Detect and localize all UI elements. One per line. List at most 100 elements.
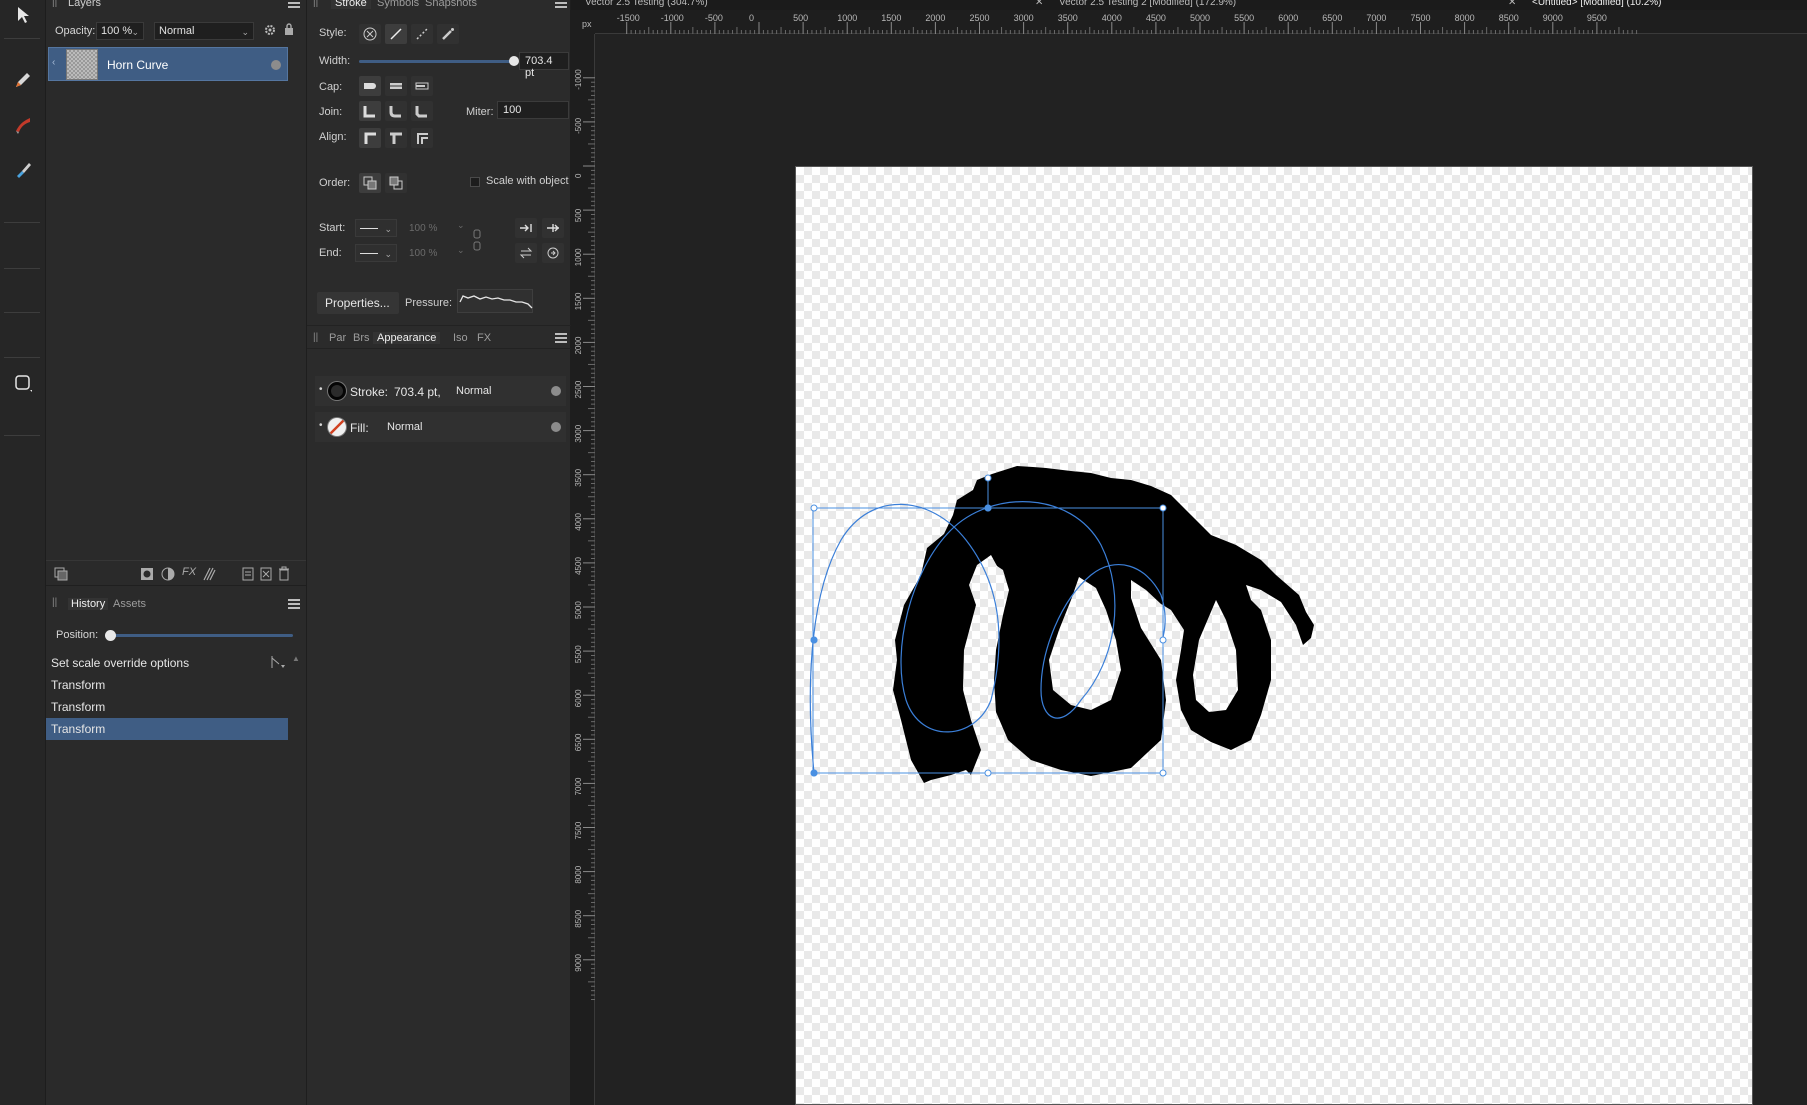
dash-line-style-button[interactable] (411, 24, 433, 44)
resize-handle[interactable] (1159, 504, 1167, 512)
tab-symbols[interactable]: Symbols (377, 0, 419, 9)
tab-fx[interactable]: FX (477, 332, 491, 344)
arrange-icon[interactable] (54, 567, 68, 584)
join-miter-button[interactable] (359, 101, 381, 121)
resize-handle[interactable] (810, 504, 818, 512)
panel-grip-icon[interactable]: || (52, 597, 57, 608)
tab-brushes[interactable]: Brs (353, 332, 370, 344)
path-node[interactable] (810, 769, 818, 777)
tab-history[interactable]: History (68, 598, 109, 610)
scale-with-object-checkbox[interactable] (470, 177, 480, 187)
path-node[interactable] (984, 504, 992, 512)
history-item[interactable]: Set scale override options (46, 652, 288, 674)
vector-brush-tool-icon[interactable] (8, 110, 38, 140)
trash-icon[interactable] (278, 566, 290, 584)
appearance-fill-row[interactable]: • Fill: Normal (315, 412, 566, 442)
rectangle-tool-icon[interactable] (8, 368, 38, 398)
no-fill-swatch[interactable] (328, 418, 346, 436)
stroke-visibility-toggle[interactable] (551, 386, 561, 396)
history-item-selected[interactable]: Transform (46, 718, 288, 740)
duplicate-layer-icon[interactable] (260, 567, 272, 584)
tab-paragraph[interactable]: Par (329, 332, 346, 344)
end-arrowhead-dropdown[interactable]: ⌄ (355, 244, 397, 262)
appearance-stroke-row[interactable]: • Stroke: 703.4 pt, Normal (315, 376, 566, 406)
fx-icon[interactable]: FX (182, 566, 196, 578)
align-center-button[interactable] (359, 128, 381, 148)
resize-handle[interactable] (1159, 769, 1167, 777)
opacity-dropdown[interactable]: 100 % ⌄ (96, 22, 144, 40)
pressure-curve-preview[interactable] (457, 289, 533, 313)
resize-handle[interactable] (1159, 636, 1167, 644)
position-slider[interactable] (105, 630, 293, 641)
stroke-swatch[interactable] (328, 382, 346, 400)
resize-handle[interactable] (984, 769, 992, 777)
horn-curve-artwork[interactable] (571, 0, 1807, 1105)
cap-round-button[interactable] (385, 76, 407, 96)
tab-snapshots[interactable]: Snapshots (425, 0, 477, 9)
end-scale-value[interactable]: 100 % (409, 248, 437, 259)
panel-menu-icon[interactable] (555, 0, 567, 8)
join-bevel-button[interactable] (411, 101, 433, 121)
adjustment-icon[interactable] (161, 567, 175, 584)
tab-stroke[interactable]: Stroke (331, 0, 371, 9)
lock-icon[interactable] (284, 23, 294, 39)
panel-grip-icon[interactable]: || (313, 0, 318, 8)
width-input[interactable]: 703.4 pt (519, 52, 569, 79)
layer-visibility-toggle[interactable] (271, 60, 281, 70)
no-stroke-style-button[interactable] (359, 24, 381, 44)
cap-square-button[interactable] (411, 76, 433, 96)
panel-menu-icon[interactable] (288, 0, 300, 8)
panel-menu-icon[interactable] (288, 599, 300, 609)
cap-butt-button[interactable] (359, 76, 381, 96)
pencil-tool-icon[interactable] (8, 65, 38, 95)
fill-visibility-toggle[interactable] (551, 422, 561, 432)
start-scale-value[interactable]: 100 % (409, 223, 437, 234)
panel-menu-icon[interactable] (555, 333, 567, 343)
arrowhead-position-button[interactable] (515, 218, 537, 238)
expand-layer-icon[interactable]: ‹ (52, 57, 55, 68)
rotate-arrowheads-button[interactable] (542, 243, 564, 263)
horn-curve-stroke-shape[interactable] (893, 466, 1314, 783)
history-scrollbar[interactable]: ▲ (292, 650, 302, 750)
tab-appearance[interactable]: Appearance (373, 332, 441, 344)
join-round-button[interactable] (385, 101, 407, 121)
arrowhead-extend-button[interactable] (542, 218, 564, 238)
align-outside-button[interactable] (411, 128, 433, 148)
miter-input[interactable]: 100 (497, 101, 569, 119)
panel-grip-icon[interactable]: || (313, 332, 318, 343)
layers-panel: || Layers Opacity: 100 % ⌄ Normal ⌄ ‹ Ho… (46, 0, 306, 585)
order-stroke-behind-button[interactable] (359, 173, 381, 193)
chevron-down-icon[interactable]: ⌄ (457, 220, 465, 231)
scroll-up-icon[interactable]: ▲ (292, 654, 300, 663)
align-inside-button[interactable] (385, 128, 407, 148)
tool-divider (4, 435, 40, 436)
rotation-handle[interactable] (984, 474, 992, 482)
panel-grip-icon[interactable]: || (52, 0, 57, 8)
properties-button[interactable]: Properties... (317, 292, 399, 314)
snapshot-flag-icon[interactable] (270, 654, 286, 673)
layers-panel-title[interactable]: Layers (68, 0, 101, 9)
hatch-icon[interactable] (202, 567, 216, 584)
texture-line-style-button[interactable] (437, 24, 459, 44)
move-tool-icon[interactable] (8, 0, 38, 30)
path-node[interactable] (810, 636, 818, 644)
mask-icon[interactable] (140, 567, 154, 584)
layer-row[interactable]: ‹ Horn Curve (48, 47, 288, 81)
tab-isometric[interactable]: Iso (453, 332, 468, 344)
history-item[interactable]: Transform (46, 674, 288, 696)
add-layer-icon[interactable] (242, 567, 254, 584)
history-item[interactable]: Transform (46, 696, 288, 718)
gear-icon[interactable] (264, 24, 276, 39)
order-stroke-front-button[interactable] (385, 173, 407, 193)
brush-tool-icon[interactable] (8, 155, 38, 185)
chevron-down-icon[interactable]: ⌄ (457, 245, 465, 256)
width-slider-thumb[interactable] (509, 56, 520, 66)
start-arrowhead-dropdown[interactable]: ⌄ (355, 219, 397, 237)
swap-arrowheads-button[interactable] (515, 243, 537, 263)
link-chain-icon[interactable] (473, 228, 481, 255)
tab-assets[interactable]: Assets (113, 598, 146, 610)
blend-mode-dropdown[interactable]: Normal ⌄ (154, 22, 254, 40)
solid-line-style-button[interactable] (385, 24, 407, 44)
position-slider-thumb[interactable] (105, 630, 116, 641)
width-slider[interactable] (359, 56, 520, 66)
